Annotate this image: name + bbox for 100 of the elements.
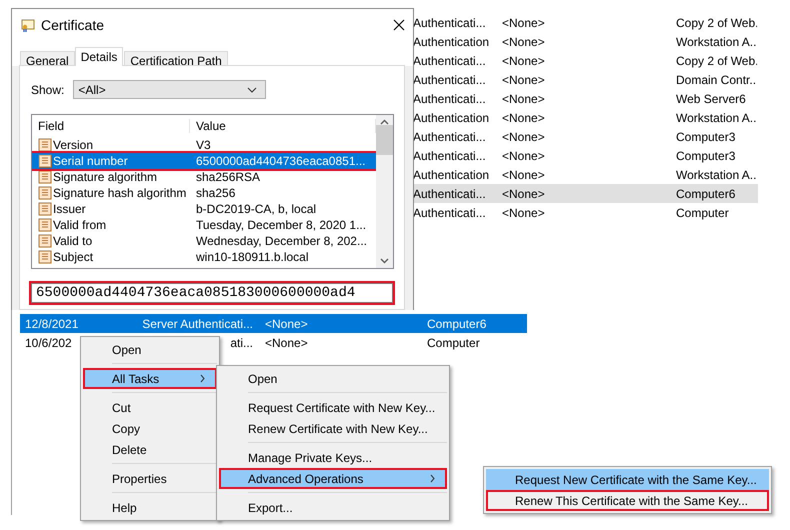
list-row[interactable]: Authentication <None> Workstation A.. [412,165,758,184]
list-row[interactable]: Authenticati... <None> Computer3 [412,127,758,146]
document-icon [38,234,52,248]
field-row[interactable]: Issuer b-DC2019-CA, b, local [32,201,376,217]
tab[interactable]: Details [74,47,124,66]
menu-item[interactable]: Copy [83,418,217,439]
tab[interactable]: General [20,51,75,66]
field-row[interactable]: Version V3 [32,137,376,153]
menu-item[interactable]: Renew Certificate with New Key... [219,418,448,439]
list-row[interactable]: Authenticati... <None> Computer6 [412,184,758,203]
list-row[interactable]: Authenticati... <None> Copy 2 of Web. [412,13,758,32]
menu-item[interactable]: Open [219,368,448,389]
table-cell-text: Server Authenticati... [141,316,253,330]
table-cell-text: <None> [264,316,309,330]
field-row[interactable]: Serial number 6500000ad4404736eaca0851... [32,153,376,169]
window-title: Certificate [41,16,106,32]
list-row[interactable]: Authentication <None> Workstation A.. [412,108,758,127]
table-cell-text: <None> [501,206,546,220]
menu-item[interactable]: Delete [83,439,217,460]
field-value: b-DC2019-CA, b, local [195,202,318,216]
table-cell-text: Authentication [412,110,490,124]
table-cell-text: Computer6 [427,316,488,330]
table-cell-text: Authenticati... [412,148,487,162]
column-header[interactable]: Field [32,119,190,133]
menu-item[interactable]: Advanced Operations [219,468,448,489]
menu-item[interactable]: Request Certificate with New Key... [219,397,448,418]
table-cell-text: Authentication [412,168,490,182]
menu-item[interactable]: Manage Private Keys... [219,447,448,468]
menu-item[interactable]: Cut [83,397,217,418]
field-name: Signature hash algorithm [53,186,186,200]
document-icon [38,154,52,168]
document-icon [38,218,52,232]
value-field[interactable]: 6500000ad4404736eaca085183000600000ad4 [31,283,393,303]
show-dropdown[interactable]: <All> [73,80,266,99]
table-cell-text: Authenticati... [412,130,487,144]
certificate-icon [21,18,35,32]
field-row[interactable]: Valid from Tuesday, December 8, 2020 1... [32,217,376,233]
close-icon[interactable] [393,18,405,30]
menu-item[interactable]: Properties [83,468,217,489]
table-cell-text: ati... [229,336,253,350]
dropdown-value: <All> [78,82,106,96]
table-cell-text: <None> [264,336,309,350]
field-row[interactable]: Signature algorithm sha256RSA [32,169,376,185]
field-value: sha256 [195,186,236,200]
table-cell-text: 12/8/2021 [25,316,80,330]
list-row[interactable]: Authenticati... <None> Domain Contr.. [412,70,758,89]
table-cell-text: Authenticati... [412,186,487,200]
field-name: Issuer [53,202,86,216]
document-icon [38,250,52,264]
list-row[interactable]: Authenticati... <None> Copy 2 of Web. [412,51,758,70]
scroll-thumb[interactable] [376,125,393,155]
table-cell: Workstation A.. [675,34,757,48]
table-cell: Domain Contr.. [675,72,757,86]
menu-item[interactable]: All Tasks [83,368,217,389]
chevron-down-icon [247,86,258,92]
tab[interactable]: Certification Path [124,51,228,66]
scroll-up-icon[interactable] [380,119,389,125]
field-row[interactable]: Valid to Wednesday, December 8, 202... [32,233,376,249]
table-cell-text: <None> [501,16,546,30]
field-value: sha256RSA [195,170,262,184]
field-name: Subject [53,250,94,264]
field-row[interactable]: Signature hash algorithm sha256 [32,185,376,201]
table-cell-text: 10/6/202 [25,336,73,350]
scrollbar[interactable] [376,115,393,268]
table-cell: Copy 2 of Web. [675,16,757,30]
list-row[interactable]: Authenticati... <None> Computer [412,203,758,222]
menu-item[interactable]: Export... [219,497,448,518]
field-row[interactable]: Subject win10-180911.b.local [32,249,376,265]
table-cell: Copy 2 of Web. [675,54,757,68]
table-cell-text: Computer [675,206,730,220]
field-value: V3 [195,138,212,152]
field-name: Valid from [53,218,106,232]
table-cell: Workstation A.. [675,168,757,182]
field-name: Valid to [53,234,92,248]
menu-item[interactable]: Renew This Certificate with the Same Key... [486,490,769,511]
document-icon [38,202,52,216]
list-row[interactable]: 12/8/2021 Server Authenticati... <None> Computer6 [20,314,527,333]
scroll-down-icon[interactable] [380,258,389,264]
field-value: win10-180911.b.local [195,250,310,264]
table-cell-text: Computer3 [675,148,736,162]
chevron-right-icon [200,374,205,383]
menu-item[interactable]: Request New Certificate with the Same Key... [486,469,769,490]
table-cell-text: Web Server6 [675,92,747,106]
menu-item[interactable]: Help [83,497,217,518]
menu-item[interactable]: Open [83,339,217,360]
table-cell-text: <None> [501,186,546,200]
table-cell-text: <None> [501,168,546,182]
table-cell-text: <None> [501,130,546,144]
table-cell-text: Computer3 [675,130,736,144]
table-cell-text: <None> [501,110,546,124]
show-label: Show: [31,82,64,96]
list-row[interactable]: Authenticati... <None> Computer3 [412,146,758,165]
list-row[interactable]: Authenticati... <None> Web Server6 [412,89,758,108]
table-cell-text: <None> [501,148,546,162]
field-value: Wednesday, December 8, 202... [195,234,368,248]
field-name: Serial number [53,154,128,168]
table-cell: Workstation A.. [675,110,757,124]
document-icon [38,170,52,184]
list-row[interactable]: Authentication <None> Workstation A.. [412,32,758,51]
table-cell-text: <None> [501,54,546,68]
